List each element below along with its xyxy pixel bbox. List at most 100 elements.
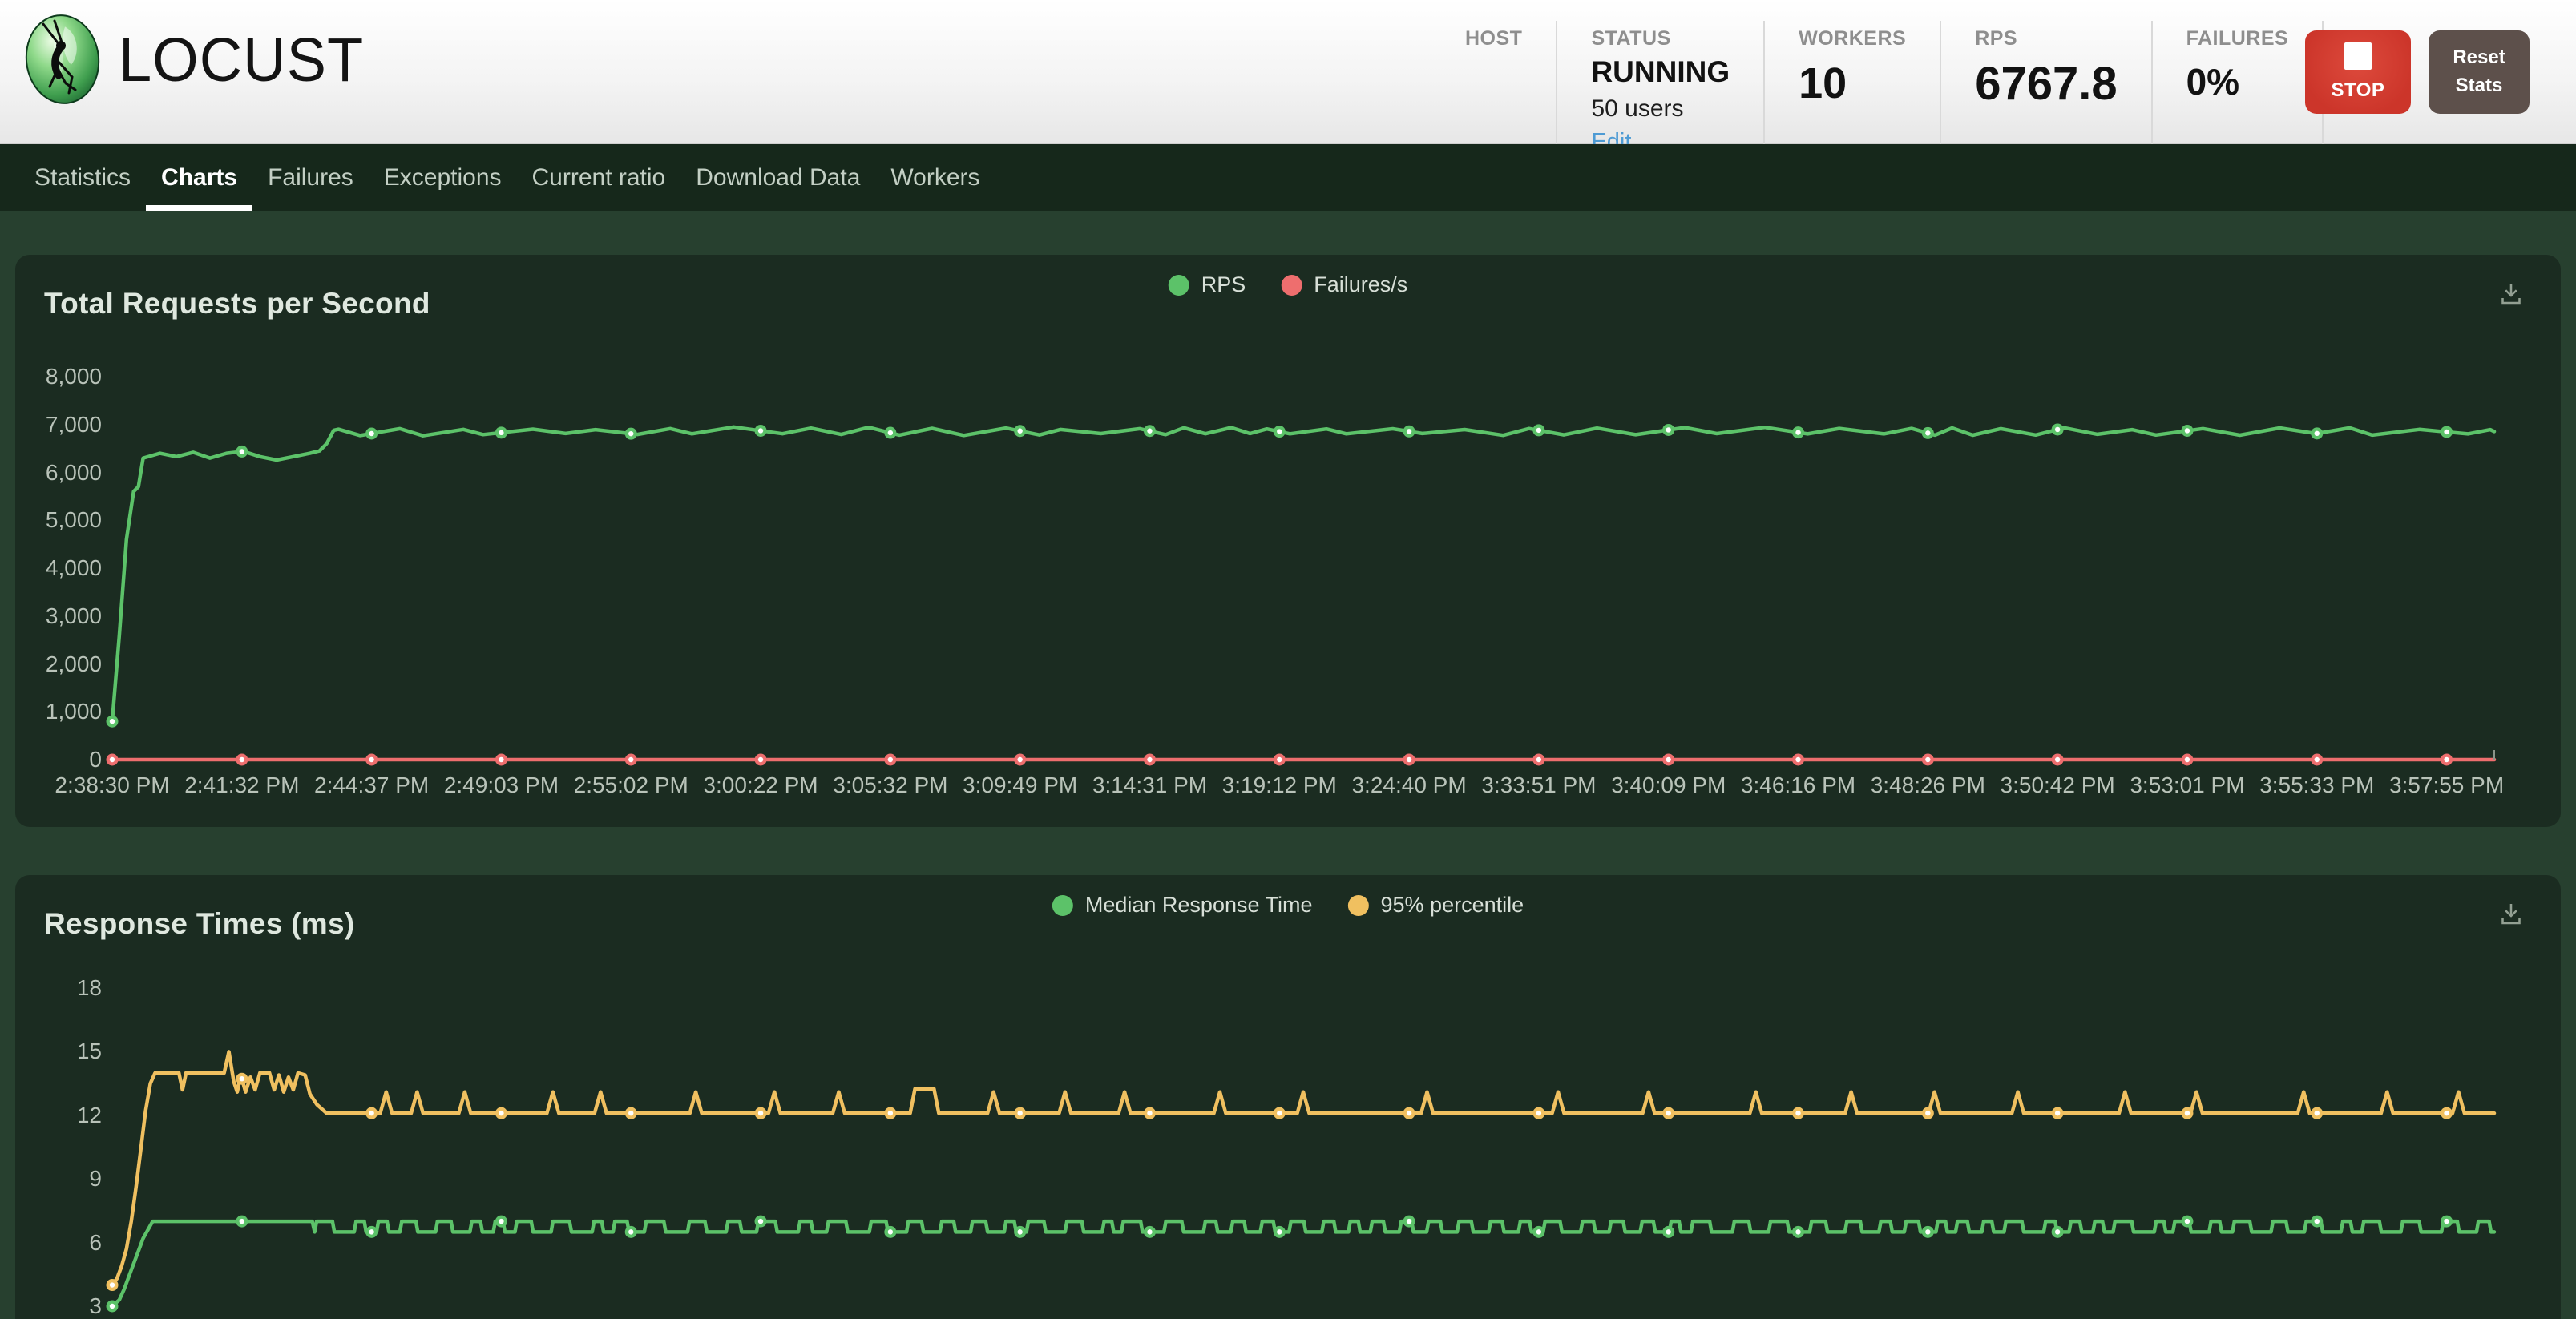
y-axis-label: 8,000 <box>15 364 102 389</box>
data-point-marker-center <box>369 757 373 762</box>
legend-item-median-response-time[interactable]: Median Response Time <box>1052 893 1313 918</box>
stat-label: FAILURES <box>2186 27 2289 50</box>
chart-panel-rps: Total Requests per Second RPSFailures/s … <box>15 255 2561 827</box>
data-point-marker-center <box>2185 757 2190 762</box>
x-axis-label: 3:19:12 PM <box>1222 772 1337 798</box>
stat-status: STATUSRUNNING50 usersEdit <box>1557 21 1765 163</box>
legend-item-95-percentile[interactable]: 95% percentile <box>1348 893 1524 918</box>
stat-label: STATUS <box>1591 27 1730 50</box>
data-point-marker-center <box>1147 1229 1152 1234</box>
data-point-marker-center <box>1147 1111 1152 1115</box>
stop-icon <box>2344 42 2372 70</box>
chart-title: Response Times (ms) <box>44 907 354 941</box>
tab-charts[interactable]: Charts <box>146 144 252 211</box>
data-point-marker-center <box>1277 1111 1282 1115</box>
data-point-marker-center <box>1017 1229 1022 1234</box>
data-point-marker-center <box>2185 428 2190 433</box>
stop-button[interactable]: STOP <box>2305 30 2411 114</box>
data-point-marker-center <box>1666 427 1671 432</box>
chart-legend: Median Response Time 95% percentile <box>1052 893 1524 918</box>
legend-dot <box>1052 895 1073 916</box>
download-chart-icon[interactable] <box>2497 279 2526 312</box>
main-nav: StatisticsChartsFailuresExceptionsCurren… <box>0 144 2576 211</box>
x-axis-label: 3:14:31 PM <box>1092 772 1207 798</box>
tab-statistics[interactable]: Statistics <box>19 144 146 211</box>
response-times-chart-plot[interactable] <box>112 988 2494 1306</box>
data-point-marker-center <box>1925 1229 1930 1234</box>
data-point-marker-center <box>628 1229 633 1234</box>
legend-dot <box>1281 275 1302 296</box>
stat-label: HOST <box>1465 27 1522 50</box>
data-point-marker-center <box>1277 757 1282 762</box>
stop-button-label: STOP <box>2332 79 2385 102</box>
data-point-marker-center <box>758 428 763 433</box>
data-point-marker-center <box>1536 757 1541 762</box>
data-point-marker-center <box>758 1219 763 1224</box>
legend-item-failures-s[interactable]: Failures/s <box>1281 272 1407 297</box>
y-axis-label: 2,000 <box>15 651 102 677</box>
x-axis-label: 3:33:51 PM <box>1481 772 1596 798</box>
legend-label: RPS <box>1201 272 1246 297</box>
data-point-marker-center <box>888 430 893 435</box>
y-axis-label: 3 <box>15 1293 102 1319</box>
data-point-marker-center <box>758 757 763 762</box>
data-point-marker-center <box>2444 430 2449 434</box>
x-axis-label: 3:24:40 PM <box>1351 772 1466 798</box>
x-axis-label: 3:48:26 PM <box>1871 772 1985 798</box>
data-point-marker-center <box>1666 757 1671 762</box>
x-axis-label: 2:55:02 PM <box>574 772 688 798</box>
data-point-marker-center <box>499 1219 503 1224</box>
x-axis-label: 3:40:09 PM <box>1611 772 1726 798</box>
data-point-marker-center <box>1017 429 1022 434</box>
legend-dot <box>1348 895 1369 916</box>
reset-stats-button[interactable]: Reset Stats <box>2429 30 2530 114</box>
x-axis-label: 2:44:37 PM <box>314 772 429 798</box>
data-point-marker-center <box>1795 1229 1800 1234</box>
y-axis-label: 1,000 <box>15 699 102 724</box>
y-axis-label: 6 <box>15 1230 102 1256</box>
legend-label: 95% percentile <box>1381 893 1524 918</box>
x-axis-label: 3:53:01 PM <box>2130 772 2244 798</box>
locust-logo-icon <box>22 13 103 106</box>
rps-chart-plot[interactable] <box>112 377 2494 760</box>
data-point-marker-center <box>1277 429 1282 434</box>
x-axis-label: 2:38:30 PM <box>55 772 169 798</box>
data-point-marker-center <box>1536 428 1541 433</box>
tab-current-ratio[interactable]: Current ratio <box>517 144 681 211</box>
data-point-marker-center <box>1795 757 1800 762</box>
stat-value: 6767.8 <box>1975 57 2117 111</box>
x-axis-label: 3:55:33 PM <box>2259 772 2374 798</box>
y-axis-label: 15 <box>15 1039 102 1064</box>
data-point-marker-center <box>240 1219 244 1224</box>
x-axis-label: 3:46:16 PM <box>1741 772 1855 798</box>
data-point-marker-center <box>1277 1229 1282 1234</box>
y-axis-label: 9 <box>15 1166 102 1192</box>
data-point-marker-center <box>2185 1219 2190 1224</box>
tab-workers[interactable]: Workers <box>875 144 995 211</box>
data-point-marker-center <box>1147 757 1152 762</box>
app-logo: LOCUST <box>22 13 364 106</box>
stat-sub: 50 users <box>1591 95 1730 123</box>
stat-workers: WORKERS10 <box>1765 21 1941 163</box>
data-point-marker-center <box>110 757 115 762</box>
tab-failures[interactable]: Failures <box>252 144 369 211</box>
data-point-marker-center <box>110 1304 115 1309</box>
data-point-marker-center <box>1407 1111 1411 1115</box>
tab-exceptions[interactable]: Exceptions <box>369 144 517 211</box>
tab-download-data[interactable]: Download Data <box>680 144 875 211</box>
data-point-marker-center <box>2055 1111 2060 1115</box>
logo-text: LOCUST <box>119 24 364 95</box>
x-axis-label: 3:57:55 PM <box>2389 772 2504 798</box>
stat-failures: FAILURES0% <box>2153 21 2324 163</box>
legend-item-rps[interactable]: RPS <box>1169 272 1246 297</box>
y-axis-label: 7,000 <box>15 412 102 438</box>
y-axis-label: 12 <box>15 1103 102 1128</box>
x-axis-label: 3:50:42 PM <box>2001 772 2115 798</box>
download-chart-icon[interactable] <box>2497 899 2526 932</box>
data-point-marker-center <box>2315 757 2320 762</box>
data-point-marker-center <box>888 757 893 762</box>
data-point-marker-center <box>1536 1229 1541 1234</box>
data-point-marker-center <box>240 757 244 762</box>
data-point-marker-center <box>110 1282 115 1287</box>
data-point-marker-center <box>2185 1111 2190 1115</box>
